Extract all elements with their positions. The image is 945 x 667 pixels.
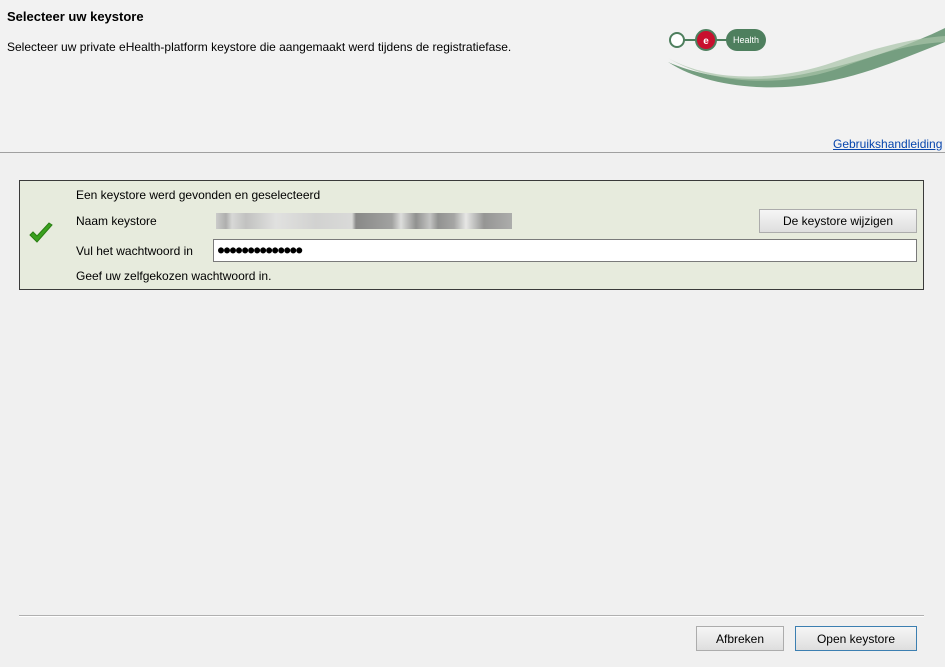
password-label: Vul het wachtwoord in [76,244,193,258]
keystore-found-text: Een keystore werd gevonden en geselectee… [76,188,321,202]
password-field[interactable] [213,239,917,262]
footer-divider [19,615,924,617]
logo-circle-icon [669,32,685,48]
user-manual-link[interactable]: Gebruikshandleiding [833,137,942,151]
keystore-name-label: Naam keystore [76,214,157,228]
open-keystore-button[interactable]: Open keystore [795,626,917,651]
change-keystore-button[interactable]: De keystore wijzigen [759,209,917,233]
page-title: Selecteer uw keystore [7,9,144,24]
ehealth-logo: e Health [668,28,945,88]
page-subtitle: Selecteer uw private eHealth-platform ke… [7,40,512,54]
logo-wordmark: Health [733,35,759,45]
cancel-button[interactable]: Afbreken [696,626,784,651]
checkmark-icon [29,222,53,243]
logo-letter: e [703,36,709,47]
wizard-header: Selecteer uw keystore Selecteer uw priva… [0,0,945,153]
keystore-panel: Een keystore werd gevonden en geselectee… [19,180,924,290]
keystore-name-value-redacted [216,213,512,229]
password-hint: Geef uw zelfgekozen wachtwoord in. [76,269,272,283]
